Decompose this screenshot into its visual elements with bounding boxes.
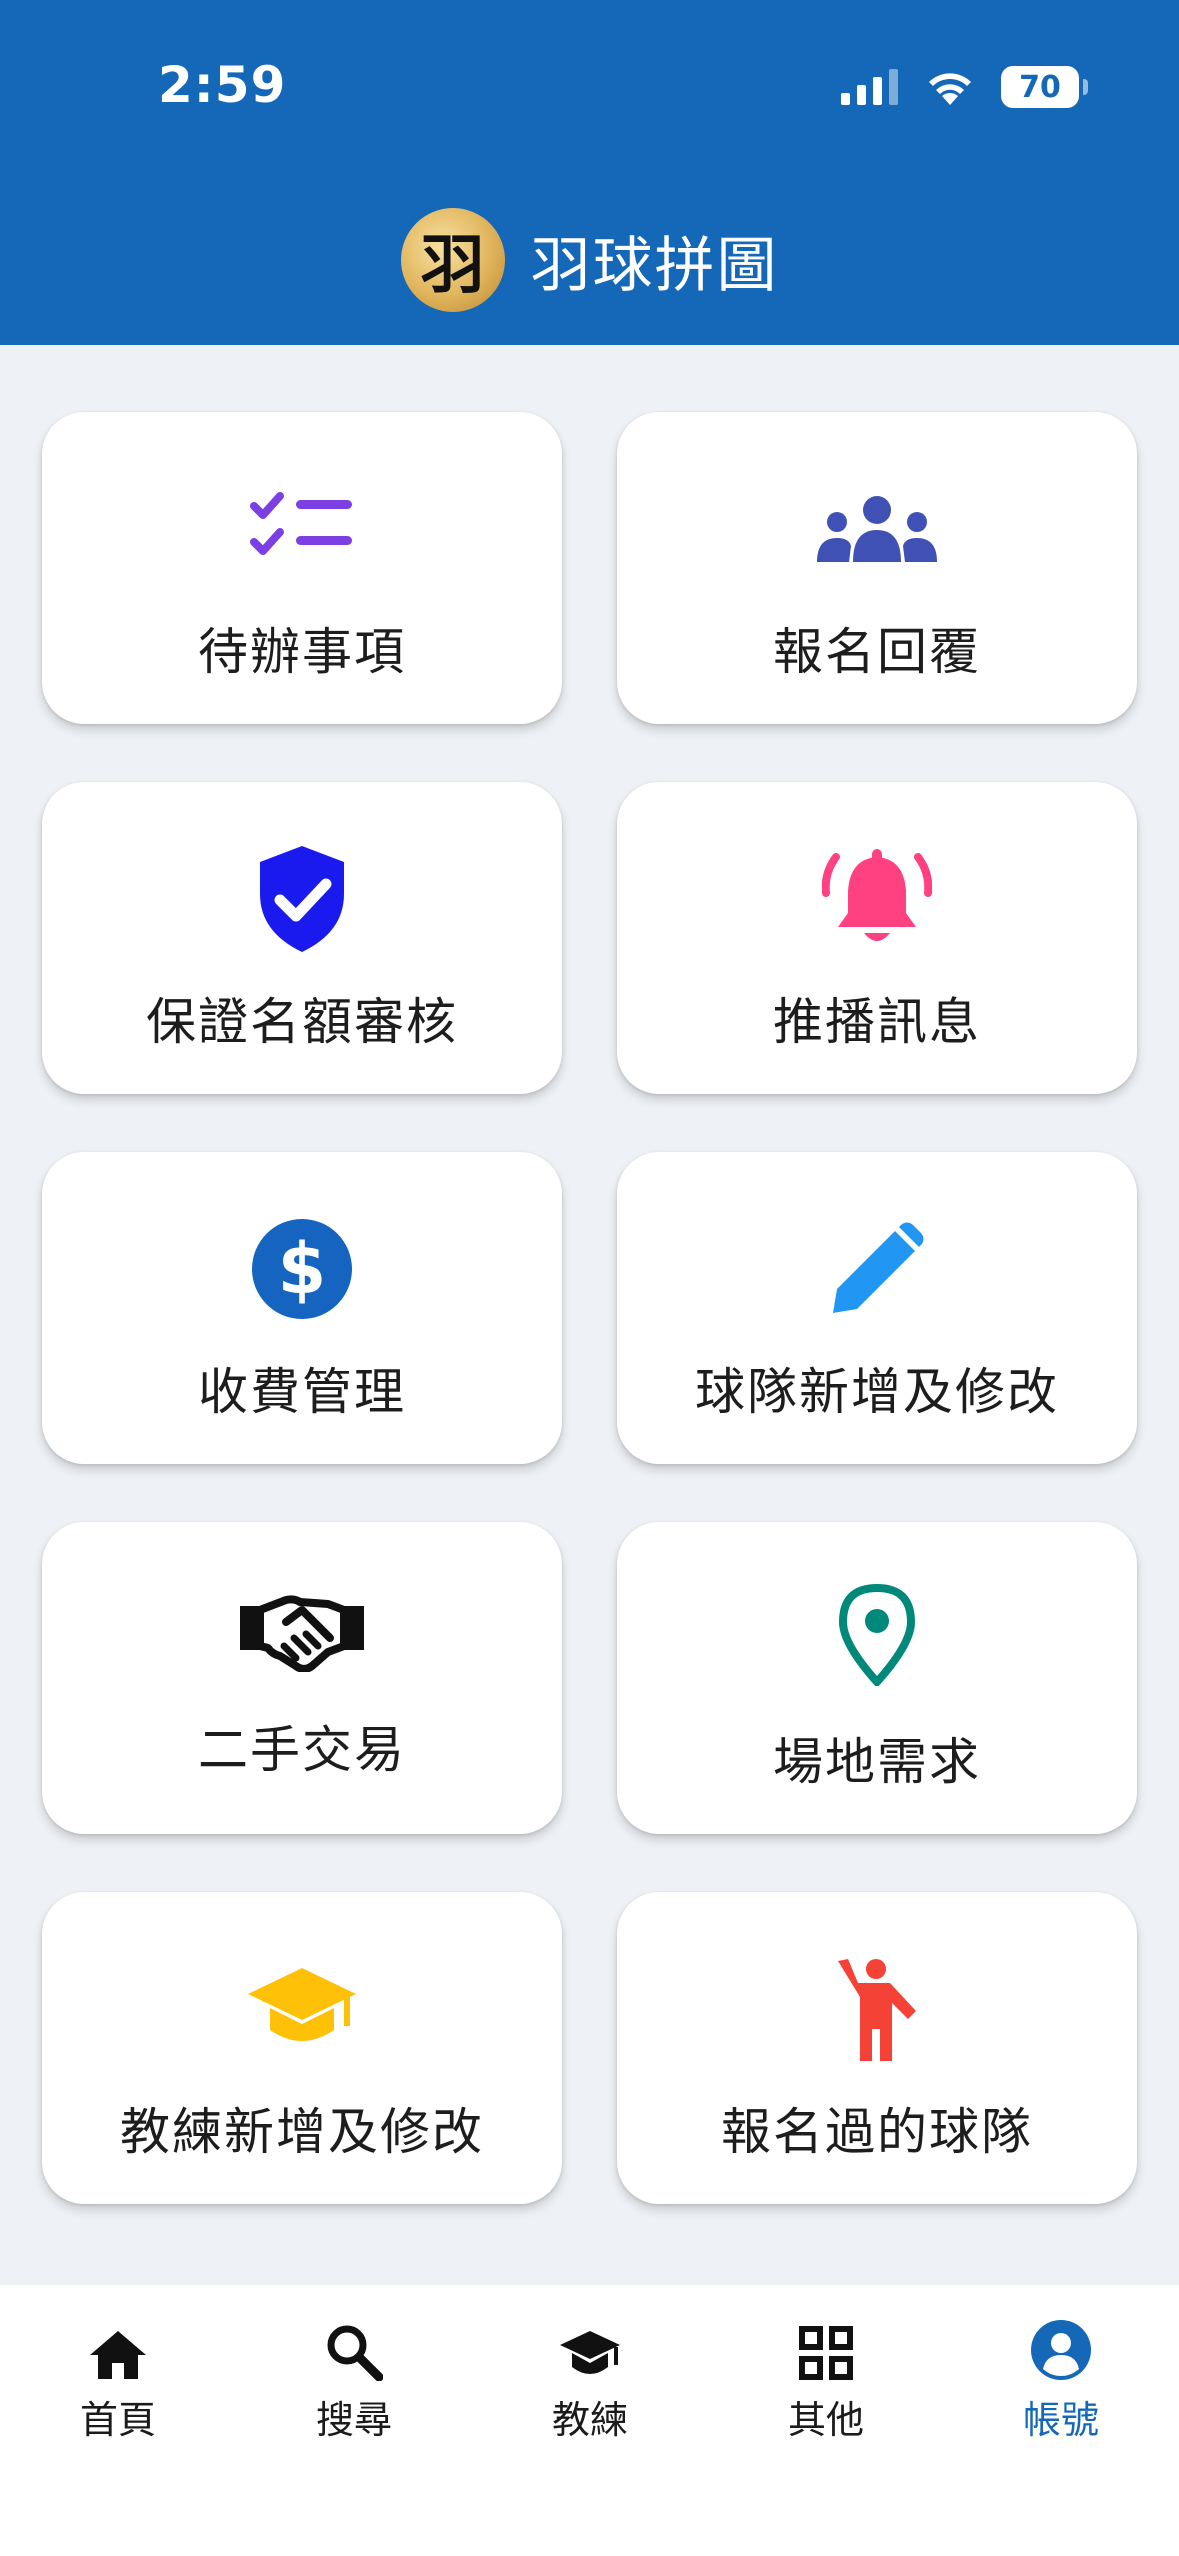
- tab-label: 首頁: [79, 2398, 156, 2442]
- battery-nub: [1083, 79, 1088, 95]
- tab-label: 其他: [787, 2398, 864, 2442]
- signal-icon: [841, 69, 898, 105]
- card-label: 推播訊息: [773, 993, 981, 1051]
- card-label: 教練新增及修改: [120, 2103, 484, 2161]
- card-label: 收費管理: [198, 1363, 406, 1421]
- tab-label: 帳號: [1022, 2398, 1099, 2442]
- app-header: 2:59 70 羽 羽球拼圖: [0, 0, 1179, 345]
- handshake-icon: [42, 1577, 562, 1687]
- card-venue-demand[interactable]: 場地需求: [617, 1522, 1137, 1834]
- tab-other[interactable]: 其他: [708, 2313, 944, 2453]
- card-label: 報名過的球隊: [721, 2103, 1033, 2161]
- wifi-icon: [929, 73, 971, 105]
- card-team-edit[interactable]: 球隊新增及修改: [617, 1152, 1137, 1464]
- tab-home[interactable]: 首頁: [0, 2313, 236, 2453]
- card-secondhand-trade[interactable]: 二手交易: [42, 1522, 562, 1834]
- tab-coach[interactable]: 教練: [472, 2313, 708, 2453]
- card-todo[interactable]: 待辦事項: [42, 412, 562, 724]
- account-circle-icon: [943, 2313, 1179, 2381]
- dollar-circle-icon: $: [42, 1214, 562, 1324]
- shield-check-icon: [42, 844, 562, 954]
- card-label: 球隊新增及修改: [695, 1363, 1059, 1421]
- svg-text:$: $: [278, 1228, 327, 1310]
- graduation-cap-icon: [472, 2313, 708, 2381]
- card-label: 保證名額審核: [146, 993, 458, 1051]
- pencil-icon: [617, 1214, 1137, 1324]
- card-label: 場地需求: [773, 1733, 981, 1791]
- card-coach-edit[interactable]: 教練新增及修改: [42, 1892, 562, 2204]
- status-time: 2:59: [158, 56, 287, 114]
- brand: 羽 羽球拼圖: [0, 208, 1179, 312]
- card-fee-management[interactable]: $ 收費管理: [42, 1152, 562, 1464]
- card-label: 二手交易: [198, 1721, 406, 1779]
- grid-icon: [708, 2313, 944, 2381]
- battery-indicator: 70: [1001, 66, 1088, 108]
- card-push-message[interactable]: 推播訊息: [617, 782, 1137, 1094]
- graduation-cap-icon: [42, 1954, 562, 2064]
- card-label: 報名回覆: [773, 623, 981, 681]
- search-icon: [236, 2313, 472, 2381]
- person-waving-icon: [617, 1954, 1137, 2064]
- map-pin-icon: [617, 1580, 1137, 1690]
- app-title: 羽球拼圖: [530, 230, 779, 301]
- bottom-tab-bar: 首頁 搜尋 教練 其他 帳號: [0, 2285, 1179, 2556]
- card-label: 待辦事項: [198, 623, 406, 681]
- card-signup-reply[interactable]: 報名回覆: [617, 412, 1137, 724]
- tab-label: 教練: [551, 2398, 628, 2442]
- tab-search[interactable]: 搜尋: [236, 2313, 472, 2453]
- app-logo: 羽: [400, 208, 505, 312]
- checklist-icon: [42, 474, 562, 584]
- bell-ringing-icon: [617, 844, 1137, 954]
- card-joined-teams[interactable]: 報名過的球隊: [617, 1892, 1137, 2204]
- tab-label: 搜尋: [315, 2398, 392, 2442]
- battery-level: 70: [1019, 69, 1061, 105]
- people-group-icon: [617, 474, 1137, 584]
- home-icon: [0, 2313, 236, 2381]
- card-guarantee-review[interactable]: 保證名額審核: [42, 782, 562, 1094]
- status-icons: 70: [841, 62, 1088, 112]
- tab-account[interactable]: 帳號: [943, 2313, 1179, 2453]
